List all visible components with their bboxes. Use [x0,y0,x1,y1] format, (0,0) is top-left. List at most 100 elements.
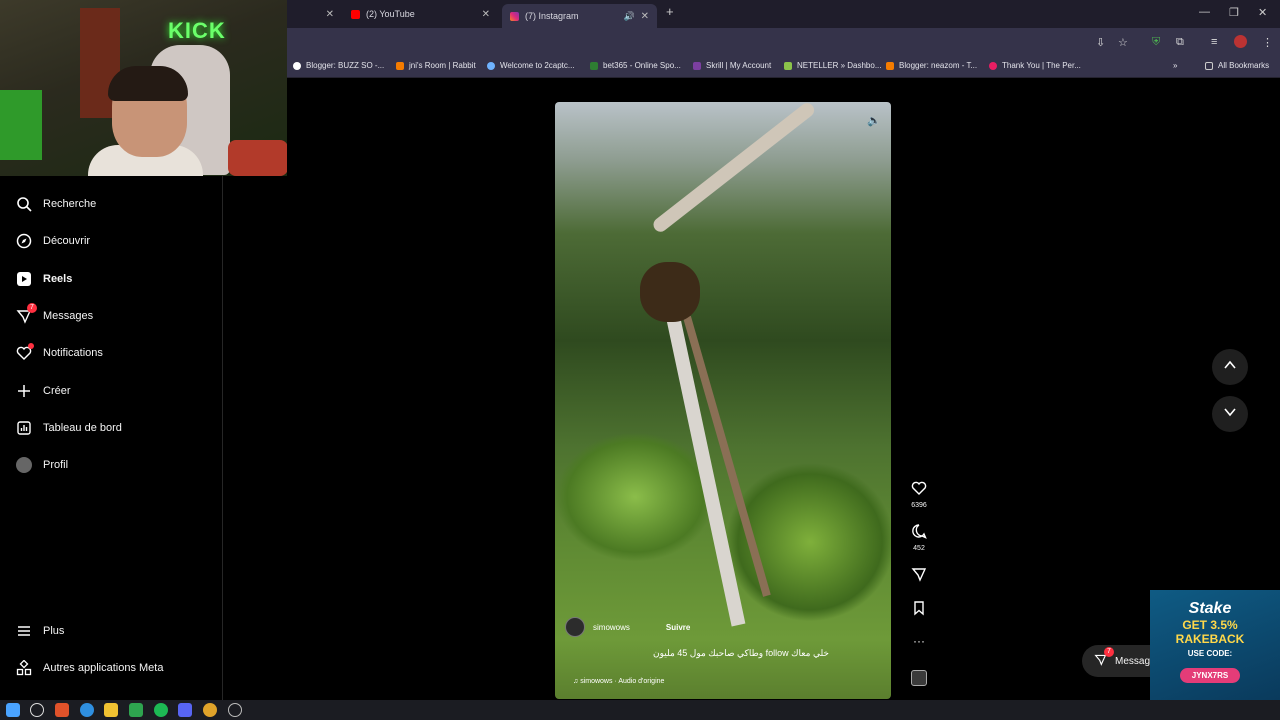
next-reel-button[interactable] [1212,396,1248,432]
close-tab-icon[interactable]: ✕ [641,11,649,22]
bookmark-label: Blogger: BUZZ SO -... [306,61,385,70]
chevron-up-icon [1223,358,1237,377]
bookmark-label: Skrill | My Account [706,61,772,70]
reel-knot [640,262,700,322]
google-icon [293,61,301,70]
tab-title: (7) Instagram [525,11,579,21]
messages-badge: 7 [27,303,37,313]
windows-start-icon[interactable] [6,703,20,717]
hamburger-icon [16,623,32,639]
search-icon[interactable] [30,703,44,717]
webcam-overlay: KICK [0,0,287,176]
bookmark-item[interactable]: Thank You | The Per... [989,61,1081,70]
discord-icon[interactable] [178,703,192,717]
bookmark-item[interactable]: Welcome to 2captc... [487,61,575,70]
extensions-icon[interactable]: ⧉ [1176,36,1184,49]
more-bookmarks-button[interactable]: » [1173,61,1177,70]
send-icon [911,568,927,586]
bookmark-label: Welcome to 2captc... [500,61,575,70]
sidebar-item-profile[interactable]: Profil [16,453,68,477]
reel-video[interactable]: 🔈 simowows Suivre خلي معاك follow وطاكي … [555,102,891,699]
comment-button[interactable]: 452 [908,523,930,552]
bookmark-icon [784,61,792,70]
profile-avatar[interactable] [1234,35,1247,48]
like-count: 6396 [911,502,927,509]
bookmark-item[interactable]: NETELLER » Dashbo... [784,61,881,70]
new-tab-button[interactable]: + [666,4,674,19]
ad-line: USE CODE: [1187,649,1233,658]
bookmark-item[interactable]: Blogger: BUZZ SO -... [293,61,384,70]
ad-code: JYNX7RS [1179,668,1241,683]
sidebar-item-reels[interactable]: Reels [16,267,72,291]
ad-line: RAKEBACK [1175,632,1245,646]
bookmark-item[interactable]: Skrill | My Account [693,61,771,70]
sidebar-item-create[interactable]: Créer [16,379,71,403]
compass-icon [16,233,32,249]
bookmark-label: Blogger: neazom - T... [899,61,978,70]
obs-icon[interactable] [228,703,242,717]
more-options-button[interactable]: ··· [908,634,930,648]
cam-monitor [0,90,42,160]
shield-icon[interactable]: ⛨ [1152,36,1160,49]
bookmark-icon [693,61,701,70]
star-icon[interactable]: ☆ [1118,36,1128,49]
author-avatar[interactable] [565,617,585,637]
close-window-icon[interactable]: ✕ [1258,6,1267,19]
previous-reel-button[interactable] [1212,349,1248,385]
stake-ad-overlay: Stake GET 3.5% RAKEBACK USE CODE: JYNX7R… [1150,590,1280,700]
chevron-down-icon [1223,405,1237,424]
minimize-icon[interactable]: — [1199,6,1210,18]
tab-instagram[interactable]: (7) Instagram 🔊 ✕ [502,4,657,28]
meta-apps-icon [16,660,32,676]
bookmark-item[interactable]: bet365 - Online Spo... [590,61,681,70]
sidebar-item-label: Créer [43,385,71,397]
sidebar-item-meta-apps[interactable]: Autres applications Meta [16,656,163,680]
all-bookmarks-label: All Bookmarks [1218,61,1270,70]
messenger-icon: 7 [16,303,37,324]
install-app-icon[interactable]: ⇩ [1096,36,1105,49]
sidebar-divider [222,176,223,700]
sidebar-item-notifications[interactable]: Notifications [16,341,103,365]
search-icon [16,196,32,212]
speaker-icon[interactable]: 🔊 [624,11,635,22]
reel-caption: خلي معاك follow وطاكي صاحبك مول 45 مليون [653,648,829,658]
restore-icon[interactable]: ❐ [1229,6,1239,19]
all-bookmarks-button[interactable]: All Bookmarks [1205,61,1269,70]
reel-audio[interactable]: ♫ simowows · Audio d'origine [573,678,664,685]
chrome-icon[interactable] [203,703,217,717]
sidebar-item-more[interactable]: Plus [16,619,64,643]
edge-icon[interactable] [80,703,94,717]
author-username[interactable]: simowows [593,623,630,632]
sidebar-item-search[interactable]: Recherche [16,192,96,216]
bookmark-item[interactable]: Blogger: neazom - T... [886,61,977,70]
close-tab-icon[interactable]: ✕ [320,4,340,24]
store-icon[interactable] [129,703,143,717]
screen: ✕ (2) YouTube ✕ (7) Instagram 🔊 ✕ + — ❐ … [0,0,1280,720]
like-button[interactable]: 6396 [908,480,930,509]
close-tab-icon[interactable]: ✕ [482,9,490,20]
sidebar-item-dashboard[interactable]: Tableau de bord [16,416,122,440]
sidebar-item-label: Notifications [43,347,103,359]
audio-thumbnail[interactable] [908,670,930,691]
sidebar-item-messages[interactable]: 7 Messages [16,303,93,328]
share-button[interactable] [908,566,930,587]
save-button[interactable] [908,600,930,621]
bookmark-icon [911,601,927,620]
sidebar-item-label: Tableau de bord [43,422,122,434]
folder-icon[interactable] [104,703,118,717]
tab-youtube[interactable]: (2) YouTube ✕ [343,4,498,24]
reel-foliage [555,432,715,562]
sidebar-item-explore[interactable]: Découvrir [16,229,90,253]
follow-button[interactable]: Suivre [666,623,690,632]
media-icon[interactable]: ≡ [1211,36,1217,48]
folder-icon [1205,61,1213,70]
messenger-icon: 7 [1094,647,1114,669]
sidebar-item-label: Profil [43,459,69,471]
bookmark-item[interactable]: jni's Room | Rabbit [396,61,476,70]
app-icon[interactable] [55,703,69,717]
spotify-icon[interactable] [154,703,168,717]
sidebar-item-label: Reels [43,273,73,285]
cam-pillow [228,140,287,176]
sound-icon[interactable]: 🔈 [867,114,881,127]
menu-icon[interactable]: ⋮ [1262,36,1273,49]
